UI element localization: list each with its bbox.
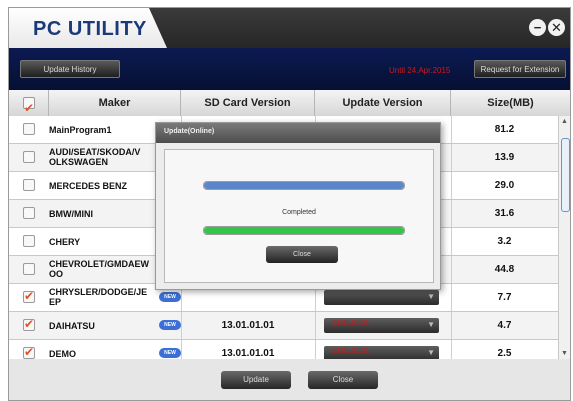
size-mb: 3.2: [497, 236, 512, 247]
maker-name: CHEVROLET/GMDAEW OO: [49, 259, 149, 279]
row-checkbox[interactable]: [23, 207, 35, 219]
maker-name: DEMO: [49, 349, 76, 359]
maker-name: MainProgram1: [49, 125, 112, 135]
maker-name: CHERY: [49, 237, 81, 247]
column-divider: [315, 312, 316, 339]
header-checkbox-cell: [9, 90, 49, 121]
row-checkbox[interactable]: [23, 151, 35, 163]
maker-name: MERCEDES BENZ: [49, 181, 128, 191]
size-mb: 81.2: [494, 124, 515, 135]
column-header-update-version[interactable]: Update Version: [315, 90, 451, 116]
update-version-value: 13.01.01.01: [332, 320, 369, 327]
scroll-up-icon[interactable]: ▲: [561, 118, 568, 125]
dialog-title: Update(Online): [164, 128, 215, 135]
table-header: Maker SD Card Version Update Version Siz…: [9, 90, 570, 121]
maker-name: BMW/MINI: [49, 209, 93, 219]
row-checkbox[interactable]: [23, 289, 35, 303]
dialog-status-text: Completed: [282, 209, 316, 216]
footer: Update Close: [9, 359, 570, 400]
chevron-down-icon: ▼: [427, 348, 435, 357]
dialog-body: Completed Close: [164, 149, 434, 283]
size-mb: 7.7: [497, 292, 512, 303]
license-expiry-text: Until 24.Apr.2015: [389, 66, 451, 75]
sd-card-version: 13.01.01.01: [221, 320, 275, 331]
maker-name: DAIHATSU: [49, 321, 95, 331]
row-checkbox[interactable]: [23, 263, 35, 275]
row-checkbox[interactable]: [23, 345, 35, 359]
update-online-dialog: Update(Online) Completed Close: [155, 122, 441, 290]
close-icon[interactable]: ✕: [548, 19, 565, 36]
vertical-scrollbar[interactable]: ▲ ▼: [558, 116, 570, 359]
scroll-down-icon[interactable]: ▼: [561, 350, 568, 357]
toolbar: Update History Until 24.Apr.2015 Request…: [9, 48, 570, 90]
size-mb: 31.6: [494, 208, 515, 219]
size-mb: 29.0: [494, 180, 515, 191]
update-version-select[interactable]: ▼: [324, 290, 439, 305]
dialog-title-bar: Update(Online): [156, 123, 440, 143]
new-badge: NEW: [159, 292, 181, 302]
maker-name: CHRYSLER/DODGE/JE EP: [49, 287, 148, 307]
scroll-thumb[interactable]: [561, 138, 570, 212]
size-mb: 13.9: [494, 152, 515, 163]
row-checkbox[interactable]: [23, 235, 35, 247]
size-mb: 4.7: [497, 320, 512, 331]
close-button[interactable]: Close: [308, 371, 378, 389]
dialog-close-button[interactable]: Close: [266, 246, 338, 263]
size-mb: 44.8: [494, 264, 515, 275]
request-extension-button[interactable]: Request for Extension: [474, 60, 566, 78]
new-badge: NEW: [159, 320, 181, 330]
minimize-icon[interactable]: −: [529, 19, 546, 36]
maker-name: AUDI/SEAT/SKODA/V OLKSWAGEN: [49, 147, 141, 167]
row-checkbox[interactable]: [23, 317, 35, 331]
column-header-size[interactable]: Size(MB): [451, 90, 570, 116]
pc-utility-window: PC UTILITY − ✕ Update History Until 24.A…: [8, 7, 571, 401]
progress-fill-top: [204, 182, 404, 189]
row-checkbox[interactable]: [23, 179, 35, 191]
column-header-sd-version[interactable]: SD Card Version: [181, 90, 315, 116]
update-history-button[interactable]: Update History: [20, 60, 120, 78]
update-version-select[interactable]: 13.01.01.01 ▼: [324, 318, 439, 333]
title-bar: PC UTILITY − ✕: [9, 8, 570, 48]
table-row[interactable]: DAIHATSU NEW 13.01.01.01 13.01.01.01 ▼ 4.7: [9, 312, 558, 340]
progress-bar-top: [203, 181, 405, 190]
chevron-down-icon: ▼: [427, 320, 435, 329]
column-header-maker[interactable]: Maker: [49, 90, 181, 116]
app-title: PC UTILITY: [33, 18, 147, 40]
new-badge: NEW: [159, 348, 181, 358]
update-button[interactable]: Update: [221, 371, 291, 389]
select-all-checkbox[interactable]: [23, 95, 35, 121]
chevron-down-icon: ▼: [427, 292, 435, 301]
progress-fill-bottom: [204, 227, 404, 234]
progress-bar-bottom: [203, 226, 405, 235]
row-checkbox[interactable]: [23, 123, 35, 135]
update-version-value: 13.01.01.01: [332, 348, 369, 355]
